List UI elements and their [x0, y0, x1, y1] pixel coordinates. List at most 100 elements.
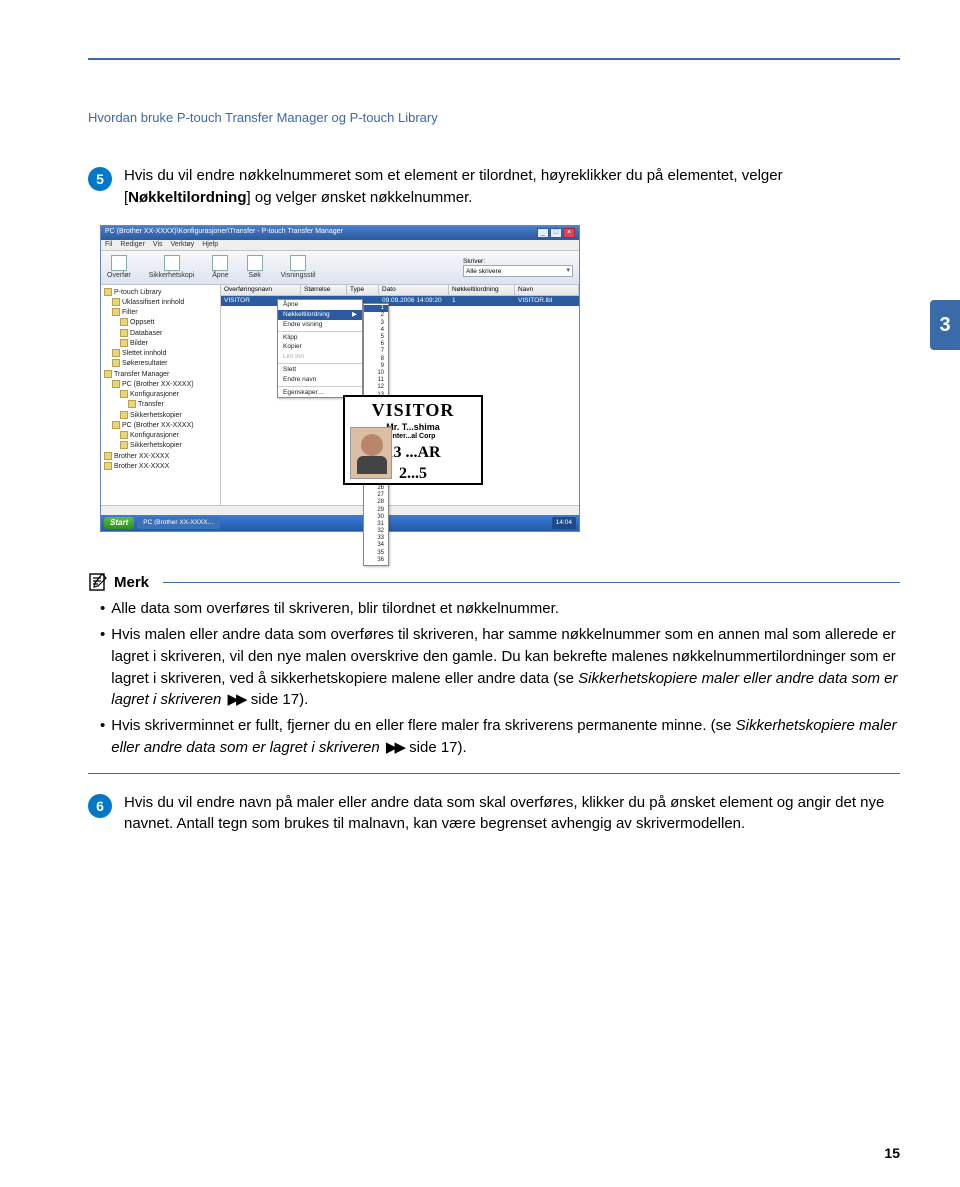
folder-icon: [104, 370, 112, 378]
key-option[interactable]: 11: [364, 377, 388, 384]
col-type[interactable]: Type: [347, 285, 379, 295]
folder-icon: [104, 288, 112, 296]
col-size[interactable]: Størrelse: [301, 285, 347, 295]
toolbar-view[interactable]: Visningsstil: [281, 255, 316, 280]
ctx-change-view[interactable]: Endre visning: [278, 320, 362, 330]
ctx-delete[interactable]: Slett: [278, 365, 362, 375]
key-option[interactable]: 4: [364, 327, 388, 334]
toolbar-open[interactable]: Åpne: [212, 255, 228, 280]
key-option[interactable]: 8: [364, 356, 388, 363]
key-option[interactable]: 35: [364, 550, 388, 557]
section-header: Hvordan bruke P-touch Transfer Manager o…: [88, 110, 438, 125]
tree-item[interactable]: PC (Brother XX-XXXX): [104, 379, 217, 389]
tree-item[interactable]: Uklassifisert innhold: [104, 298, 217, 308]
minimize-icon[interactable]: _: [537, 228, 549, 238]
tree-item[interactable]: Filter: [104, 308, 217, 318]
printer-selector: Skriver: Alle skrivere▾: [463, 258, 573, 278]
key-option[interactable]: 3: [364, 320, 388, 327]
tree-item-label: Søkeresultater: [122, 360, 168, 367]
app-window: PC (Brother XX-XXXX)\Konfigurasjoner\Tra…: [100, 225, 580, 533]
menubar: Fil Rediger Vis Verktøy Hjelp: [101, 240, 579, 251]
ctx-copy[interactable]: Kopier: [278, 342, 362, 352]
key-option[interactable]: 29: [364, 507, 388, 514]
tree-item-label: PC (Brother XX-XXXX): [122, 381, 194, 388]
key-option[interactable]: 33: [364, 535, 388, 542]
ctx-cut[interactable]: Klipp: [278, 333, 362, 343]
preview-title: VISITOR: [345, 400, 481, 422]
key-option[interactable]: 12: [364, 384, 388, 391]
key-option[interactable]: 30: [364, 514, 388, 521]
tree-item[interactable]: Slettet innhold: [104, 349, 217, 359]
key-option[interactable]: 1: [364, 305, 388, 312]
menu-rediger[interactable]: Rediger: [120, 241, 145, 249]
step-5: 5 Hvis du vil endre nøkkelnummeret som e…: [88, 165, 900, 209]
maximize-icon[interactable]: □: [550, 228, 562, 238]
tree-item-label: Slettet innhold: [122, 350, 166, 357]
menu-verktøy[interactable]: Verktøy: [171, 241, 195, 249]
tree-item[interactable]: Brother XX-XXXX: [104, 461, 217, 471]
key-option[interactable]: 6: [364, 341, 388, 348]
xref-arrows-2: ▶▶: [386, 739, 403, 756]
list-header: Overføringsnavn Størrelse Type Dato Nøkk…: [221, 285, 579, 296]
ctx-rename[interactable]: Endre navn: [278, 375, 362, 385]
key-option[interactable]: 34: [364, 542, 388, 549]
key-option[interactable]: 28: [364, 499, 388, 506]
folder-icon: [112, 308, 120, 316]
chevron-down-icon: ▾: [566, 267, 570, 275]
key-option[interactable]: 9: [364, 363, 388, 370]
tree-item[interactable]: Søkeresultater: [104, 359, 217, 369]
toolbar-search[interactable]: Søk: [247, 255, 263, 280]
tree-item[interactable]: Sikkerhetskopier: [104, 410, 217, 420]
taskbar-item[interactable]: PC (Brother XX-XXXX…: [137, 517, 220, 529]
close-icon[interactable]: ×: [563, 228, 575, 238]
key-option[interactable]: 7: [364, 348, 388, 355]
folder-icon: [112, 349, 120, 357]
tree-item[interactable]: Sikkerhetskopier: [104, 441, 217, 451]
note-icon: [88, 572, 108, 592]
tree-item[interactable]: Konfigurasjoner: [104, 390, 217, 400]
tree-item[interactable]: Konfigurasjoner: [104, 431, 217, 441]
tree-item[interactable]: P-touch Library: [104, 287, 217, 297]
tree-item-label: Databaser: [130, 330, 162, 337]
tree-item[interactable]: Brother XX-XXXX: [104, 451, 217, 461]
key-option[interactable]: 10: [364, 370, 388, 377]
tree-view[interactable]: P-touch Library Uklassifisert innhold Filt…: [101, 285, 221, 505]
ctx-open[interactable]: Åpne: [278, 300, 362, 310]
step-5-text: Hvis du vil endre nøkkelnummeret som et …: [124, 165, 900, 209]
printer-dropdown[interactable]: Alle skrivere▾: [463, 265, 573, 277]
toolbar-transfer[interactable]: Overfør: [107, 255, 131, 280]
key-option[interactable]: 5: [364, 334, 388, 341]
menu-vis[interactable]: Vis: [153, 241, 163, 249]
printer-label: Skriver:: [463, 258, 573, 266]
xref-arrows: ▶▶: [227, 691, 244, 708]
toolbar-backup[interactable]: Sikkerhetskopi: [149, 255, 195, 280]
folder-icon: [120, 318, 128, 326]
col-file[interactable]: Navn: [515, 285, 579, 295]
col-date[interactable]: Dato: [379, 285, 449, 295]
tree-item[interactable]: Oppsett: [104, 318, 217, 328]
tree-item[interactable]: Bilder: [104, 338, 217, 348]
preview-photo: [350, 427, 392, 479]
tree-item[interactable]: PC (Brother XX-XXXX): [104, 420, 217, 430]
start-button[interactable]: Start: [104, 517, 134, 529]
step-6: 6 Hvis du vil endre navn på maler eller …: [88, 792, 900, 836]
key-option[interactable]: 32: [364, 528, 388, 535]
tree-item[interactable]: Transfer: [104, 400, 217, 410]
col-name[interactable]: Overføringsnavn: [221, 285, 301, 295]
tree-item-label: Uklassifisert innhold: [122, 299, 184, 306]
menu-fil[interactable]: Fil: [105, 241, 112, 249]
tree-item[interactable]: Transfer Manager: [104, 369, 217, 379]
key-option[interactable]: 31: [364, 521, 388, 528]
ctx-key-assignment[interactable]: Nøkkeltilordning▶: [278, 310, 362, 320]
folder-icon: [120, 390, 128, 398]
key-option[interactable]: 2: [364, 312, 388, 319]
key-option[interactable]: 36: [364, 557, 388, 564]
transfer-icon: [111, 255, 127, 271]
menu-hjelp[interactable]: Hjelp: [202, 241, 218, 249]
col-key[interactable]: Nøkkeltilordning: [449, 285, 515, 295]
selected-row[interactable]: VISITOR 09.09.2006 14:09:20 1 VISITOR.lb…: [221, 296, 579, 306]
folder-icon: [104, 452, 112, 460]
tree-item[interactable]: Databaser: [104, 328, 217, 338]
key-option[interactable]: 26: [364, 485, 388, 492]
key-option[interactable]: 27: [364, 492, 388, 499]
